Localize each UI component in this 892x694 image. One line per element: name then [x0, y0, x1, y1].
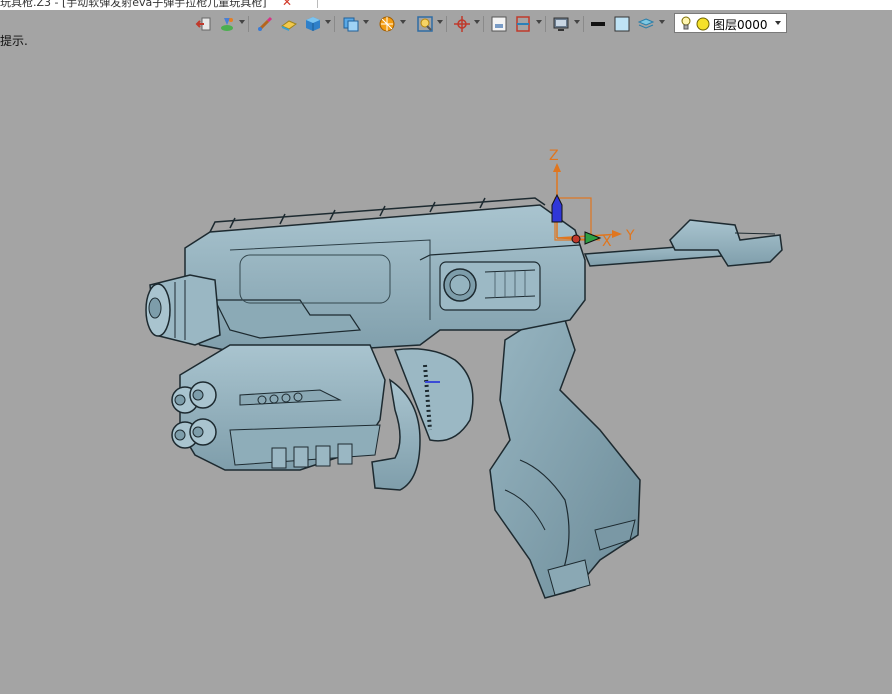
toolbar-separator: [483, 16, 484, 32]
display-dropdown[interactable]: [574, 20, 580, 24]
frame-icon[interactable]: [490, 15, 508, 33]
section-icon[interactable]: [514, 15, 532, 33]
gun-grip: [489, 303, 641, 599]
exit-icon[interactable]: [195, 15, 213, 33]
document-tab[interactable]: 玩具枪.Z3 - [手动软弹发射eva子弹手拉枪儿童玩具枪]: [0, 0, 267, 9]
toolbar-separator: [334, 16, 335, 32]
view-cube-dropdown[interactable]: [363, 20, 369, 24]
brush-icon[interactable]: [256, 15, 274, 33]
solid-cube-dropdown[interactable]: [325, 20, 331, 24]
pull-rod: [583, 219, 783, 267]
title-bar: 玩具枪.Z3 - [手动软弹发射eva子弹手拉枪儿童玩具枪] ✕: [0, 0, 892, 10]
axis-triad-icon[interactable]: [453, 15, 471, 33]
eraser-icon[interactable]: [280, 15, 298, 33]
axis-triad-dropdown[interactable]: [474, 20, 480, 24]
layer-select[interactable]: 图层0000: [674, 13, 787, 33]
display-icon[interactable]: [552, 15, 570, 33]
chevron-down-icon[interactable]: [775, 21, 781, 25]
layer-tool-icon[interactable]: [218, 15, 236, 33]
trigger-guard: [371, 348, 474, 491]
zoom-fit-dropdown[interactable]: [437, 20, 443, 24]
tab-separator: [317, 0, 318, 8]
toolbar-separator: [545, 16, 546, 32]
x-axis-label: X: [602, 234, 612, 250]
layer-tool-dropdown[interactable]: [239, 20, 245, 24]
z-axis-label: Z: [549, 148, 559, 164]
y-axis-label: Y: [625, 228, 635, 244]
layer-stack-dropdown[interactable]: [659, 20, 665, 24]
section-dropdown[interactable]: [536, 20, 542, 24]
color-swatch-icon[interactable]: [613, 15, 631, 33]
zoom-fit-icon[interactable]: [416, 15, 434, 33]
toolbar-separator: [583, 16, 584, 32]
toolbar-separator: [446, 16, 447, 32]
toolbar-separator: [248, 16, 249, 32]
yellow-dot-icon: [696, 17, 710, 31]
line-style-icon[interactable]: [589, 15, 607, 33]
model-canvas[interactable]: Z Y X: [0, 48, 892, 690]
render-style-icon[interactable]: [378, 15, 396, 33]
lower-barrel: [171, 344, 386, 471]
layer-stack-icon[interactable]: [637, 15, 655, 33]
solid-cube-icon[interactable]: [304, 15, 322, 33]
render-style-dropdown[interactable]: [400, 20, 406, 24]
layer-select-value: 图层0000: [713, 18, 768, 32]
muzzle: [145, 274, 221, 346]
command-prompt: 提示.: [0, 34, 28, 48]
3d-viewport[interactable]: Z Y X: [0, 48, 892, 690]
view-cube-icon[interactable]: [342, 15, 360, 33]
close-icon[interactable]: ✕: [282, 0, 292, 9]
lightbulb-icon: [681, 16, 691, 30]
